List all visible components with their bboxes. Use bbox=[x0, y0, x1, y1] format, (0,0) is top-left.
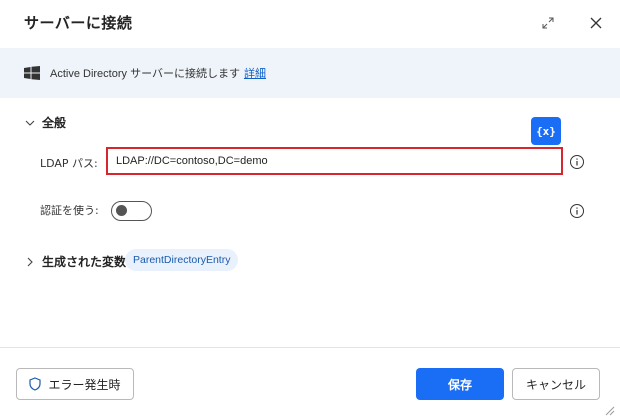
ldap-path-input[interactable]: LDAP://DC=contoso,DC=demo bbox=[106, 147, 563, 175]
auth-label: 認証を使う: bbox=[40, 204, 99, 217]
banner-description: Active Directory サーバーに接続します bbox=[50, 68, 240, 80]
footer-divider bbox=[0, 347, 620, 348]
resize-grip-icon[interactable] bbox=[603, 404, 615, 416]
general-section-label: 全般 bbox=[42, 116, 67, 130]
close-icon bbox=[590, 17, 602, 29]
chevron-down-icon bbox=[25, 120, 35, 126]
on-error-label: エラー発生時 bbox=[48, 377, 121, 392]
chevron-right-icon bbox=[27, 257, 33, 266]
cancel-button[interactable]: キャンセル bbox=[512, 368, 600, 400]
info-icon[interactable] bbox=[569, 203, 585, 219]
on-error-button[interactable]: エラー発生時 bbox=[16, 368, 134, 400]
expand-button[interactable] bbox=[537, 12, 559, 34]
ldap-path-label: LDAP パス: bbox=[40, 157, 98, 170]
details-link[interactable]: 詳細 bbox=[244, 68, 266, 80]
dialog-title: サーバーに接続 bbox=[24, 14, 133, 32]
banner-text-wrap: Active Directory サーバーに接続します 詳細 bbox=[50, 65, 266, 81]
windows-icon bbox=[24, 66, 40, 80]
variable-pill[interactable]: ParentDirectoryEntry bbox=[125, 249, 239, 271]
close-button[interactable] bbox=[585, 12, 607, 34]
insert-variable-button[interactable]: {x} bbox=[531, 117, 561, 145]
save-button[interactable]: 保存 bbox=[416, 368, 504, 400]
variables-section-label: 生成された変数 bbox=[42, 255, 127, 269]
expand-icon bbox=[542, 17, 554, 29]
general-section-toggle[interactable]: 全般 bbox=[24, 114, 66, 131]
connect-server-dialog: サーバーに接続 Active Directory サーバーに接続します 詳細 全般… bbox=[0, 0, 620, 420]
variables-section-toggle[interactable]: 生成された変数 bbox=[24, 253, 126, 270]
toggle-knob bbox=[116, 205, 127, 216]
shield-icon bbox=[29, 377, 42, 391]
info-icon[interactable] bbox=[569, 154, 585, 170]
info-banner: Active Directory サーバーに接続します 詳細 bbox=[0, 48, 620, 98]
auth-toggle[interactable] bbox=[111, 201, 152, 221]
